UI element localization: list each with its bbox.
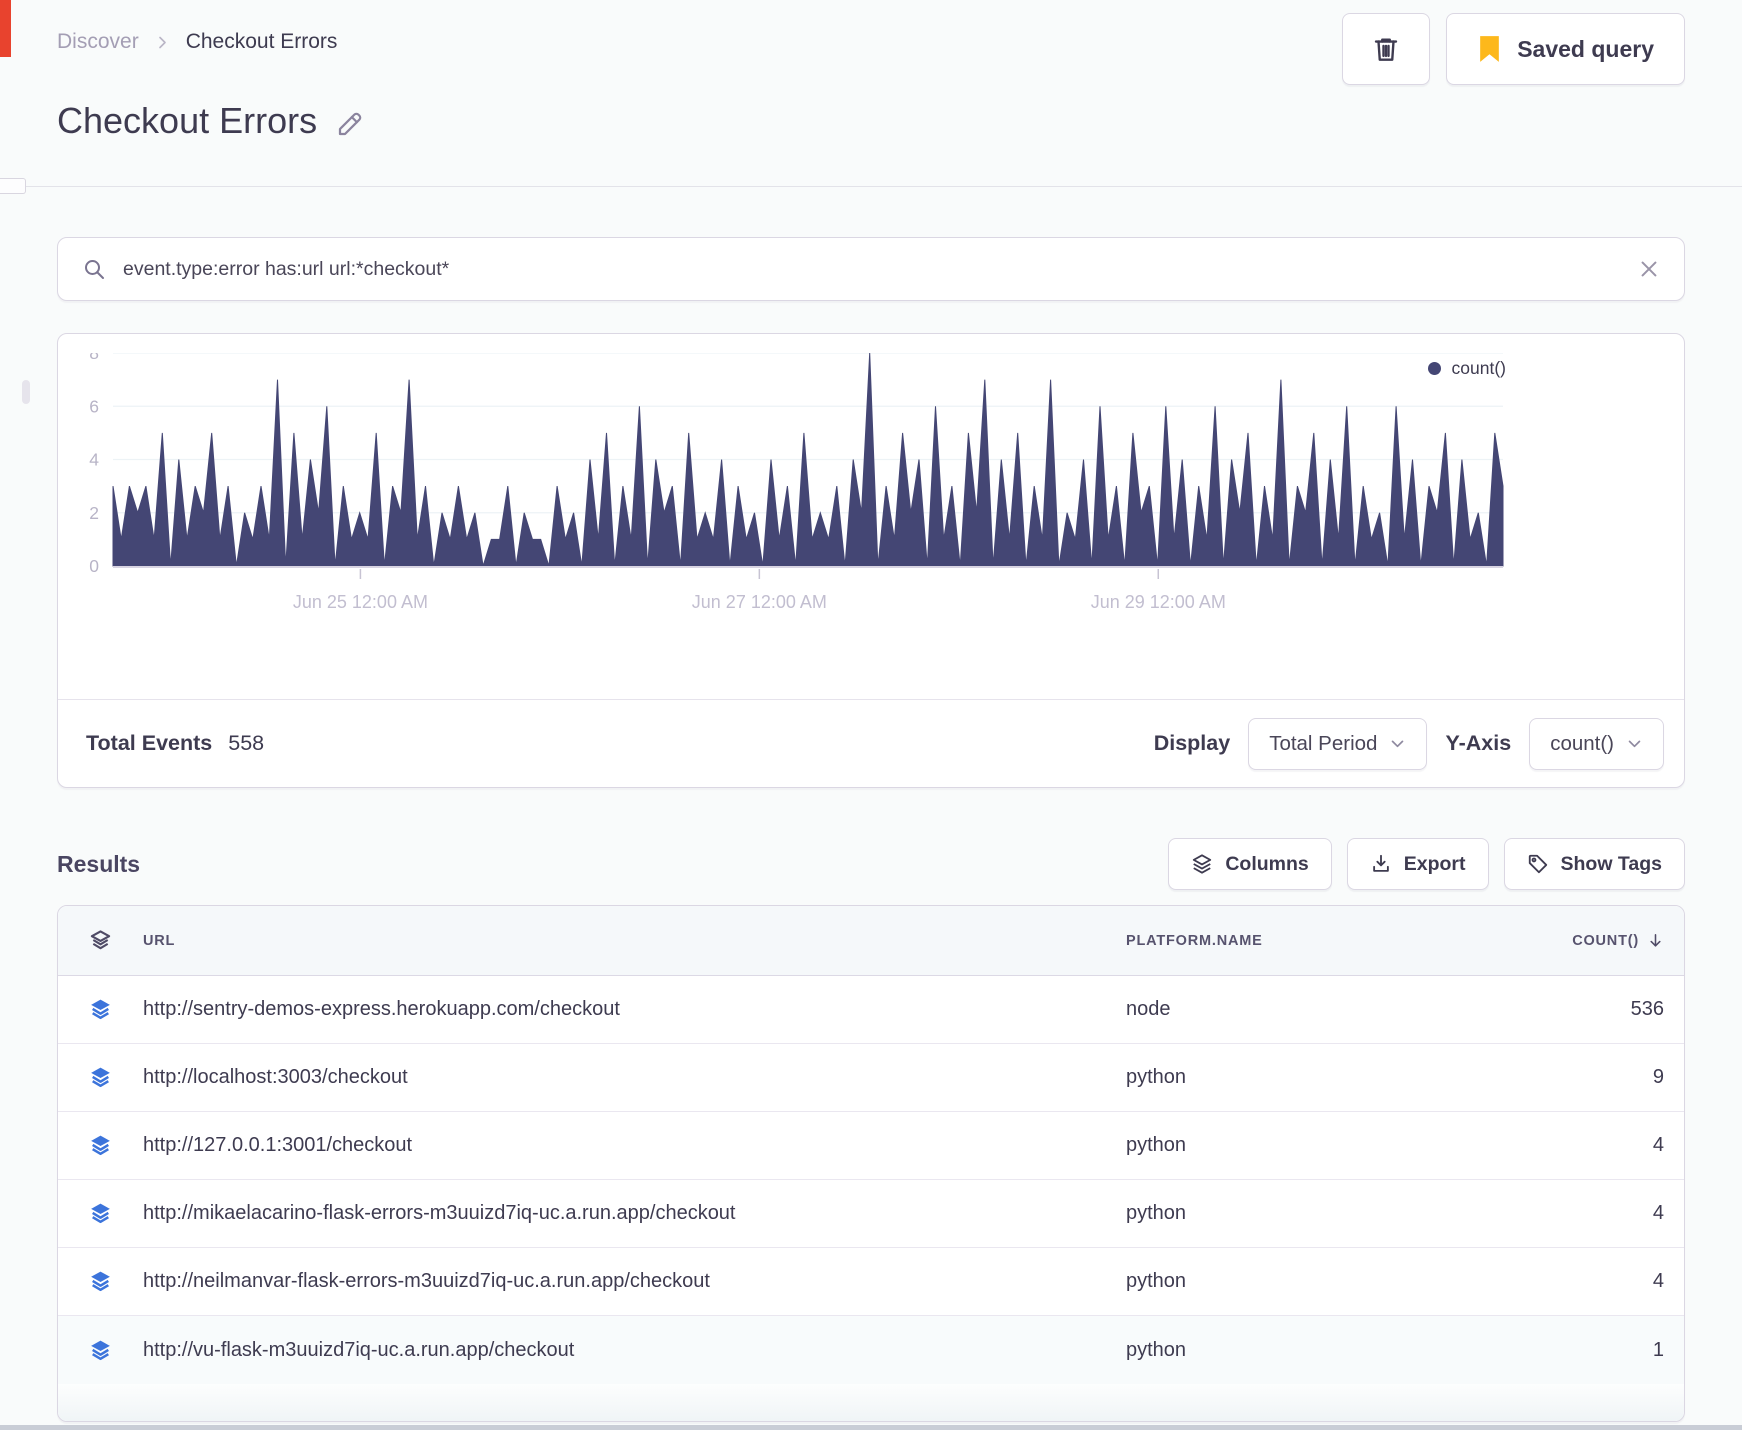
chart-controls: Display Total Period Y-Axis count() — [1153, 717, 1664, 770]
bookmark-icon — [1477, 35, 1502, 63]
svg-text:Jun 29 12:00 AM: Jun 29 12:00 AM — [1091, 592, 1226, 612]
export-button[interactable]: Export — [1346, 838, 1489, 890]
svg-text:2: 2 — [89, 503, 99, 523]
header-divider — [0, 186, 1742, 187]
drag-handle — [22, 380, 30, 404]
stack-icon[interactable] — [58, 1269, 143, 1294]
cell-count[interactable]: 536 — [1506, 998, 1684, 1021]
red-edge-marker — [0, 0, 11, 57]
sort-desc-arrow-icon — [1647, 932, 1664, 949]
total-events-value: 558 — [228, 731, 265, 755]
cell-url[interactable]: http://127.0.0.1:3001/checkout — [143, 1134, 1126, 1157]
chart-panel: count() 0 2 4 6 8 Jun 25 12:00 AM Jun 27 12:00… — [57, 333, 1685, 788]
cell-platform[interactable]: python — [1126, 1339, 1506, 1362]
cell-url[interactable]: http://sentry-demos-express.herokuapp.co… — [143, 998, 1126, 1021]
saved-query-button[interactable]: Saved query — [1446, 13, 1685, 85]
column-header-count[interactable]: COUNT() — [1506, 932, 1684, 949]
delete-query-button[interactable] — [1342, 13, 1431, 85]
yaxis-label: Y-Axis — [1445, 731, 1512, 755]
yaxis-value: count() — [1550, 731, 1614, 755]
table-row: http://sentry-demos-express.herokuapp.co… — [58, 976, 1684, 1044]
saved-query-label: Saved query — [1517, 35, 1654, 62]
cell-count[interactable]: 4 — [1506, 1270, 1684, 1293]
results-table: URL PLATFORM.NAME COUNT() http://sentry-… — [57, 905, 1685, 1422]
svg-text:4: 4 — [89, 450, 99, 470]
trash-icon — [1371, 34, 1401, 64]
column-header-platform[interactable]: PLATFORM.NAME — [1126, 933, 1506, 949]
breadcrumb-discover-link[interactable]: Discover — [57, 30, 139, 54]
cell-url[interactable]: http://localhost:3003/checkout — [143, 1066, 1126, 1089]
search-bar — [57, 237, 1685, 301]
layers-icon — [1191, 853, 1213, 875]
chevron-down-icon — [1626, 735, 1643, 752]
export-label: Export — [1403, 852, 1466, 875]
table-row: http://neilmanvar-flask-errors-m3uuizd7i… — [58, 1248, 1684, 1316]
results-heading: Results — [57, 850, 141, 877]
show-tags-label: Show Tags — [1560, 852, 1662, 875]
search-input[interactable] — [123, 257, 1621, 281]
stack-icon — [58, 929, 143, 952]
cell-platform[interactable]: python — [1126, 1202, 1506, 1225]
table-body: http://sentry-demos-express.herokuapp.co… — [58, 976, 1684, 1384]
page-bottom-edge — [0, 1425, 1742, 1430]
chart-footer: Total Events 558 Display Total Period Y-… — [58, 699, 1684, 787]
cell-count[interactable]: 9 — [1506, 1066, 1684, 1089]
columns-label: Columns — [1225, 852, 1309, 875]
edit-title-pencil-icon[interactable] — [335, 109, 365, 139]
table-row: http://mikaelacarino-flask-errors-m3uuiz… — [58, 1180, 1684, 1248]
table-row: http://127.0.0.1:3001/checkout python 4 — [58, 1112, 1684, 1180]
stack-icon[interactable] — [58, 1338, 143, 1363]
clear-search-icon[interactable] — [1638, 258, 1660, 280]
cell-count[interactable]: 4 — [1506, 1134, 1684, 1157]
svg-text:Jun 25 12:00 AM: Jun 25 12:00 AM — [293, 592, 428, 612]
table-buttons: Columns Export Show Tags — [1168, 838, 1685, 890]
cell-count[interactable]: 1 — [1506, 1339, 1684, 1362]
stack-icon[interactable] — [58, 1201, 143, 1226]
cell-platform[interactable]: python — [1126, 1066, 1506, 1089]
cell-url[interactable]: http://neilmanvar-flask-errors-m3uuizd7i… — [143, 1270, 1126, 1293]
table-row: http://localhost:3003/checkout python 9 — [58, 1044, 1684, 1112]
breadcrumb-current: Checkout Errors — [185, 30, 338, 53]
table-header-row: URL PLATFORM.NAME COUNT() — [58, 906, 1684, 976]
stack-icon[interactable] — [58, 1065, 143, 1090]
display-dropdown[interactable]: Total Period — [1248, 717, 1428, 770]
total-events-label: Total Events — [86, 731, 213, 755]
results-header: Results Columns Export Show Tags — [57, 838, 1685, 890]
cell-platform[interactable]: python — [1126, 1270, 1506, 1293]
table-bottom-gradient — [58, 1384, 1684, 1421]
total-events: Total Events 558 — [86, 731, 264, 756]
column-header-url[interactable]: URL — [143, 933, 1126, 949]
table-row: http://vu-flask-m3uuizd7iq-uc.a.run.app/… — [58, 1316, 1684, 1384]
svg-text:6: 6 — [89, 396, 99, 416]
cell-platform[interactable]: python — [1126, 1134, 1506, 1157]
chevron-down-icon — [1389, 735, 1406, 752]
svg-text:0: 0 — [89, 556, 99, 576]
search-icon — [82, 257, 106, 281]
header-actions: Saved query — [1342, 13, 1685, 85]
stack-icon[interactable] — [58, 1133, 143, 1158]
show-tags-button[interactable]: Show Tags — [1503, 838, 1685, 890]
page-title: Checkout Errors — [57, 100, 318, 141]
cell-platform[interactable]: node — [1126, 998, 1506, 1021]
display-label: Display — [1153, 731, 1231, 755]
columns-button[interactable]: Columns — [1168, 838, 1332, 890]
events-area-chart: 0 2 4 6 8 Jun 25 12:00 AM Jun 27 12:00 AM Jun 2… — [89, 353, 1504, 612]
title-row: Checkout Errors — [57, 100, 365, 142]
svg-text:8: 8 — [89, 353, 99, 363]
display-value: Total Period — [1269, 731, 1378, 755]
cell-url[interactable]: http://mikaelacarino-flask-errors-m3uuiz… — [143, 1202, 1126, 1225]
sidebar-collapse-handle[interactable] — [0, 178, 26, 194]
tag-icon — [1527, 853, 1549, 875]
download-icon — [1370, 853, 1392, 875]
svg-text:Jun 27 12:00 AM: Jun 27 12:00 AM — [692, 592, 827, 612]
cell-url[interactable]: http://vu-flask-m3uuizd7iq-uc.a.run.app/… — [143, 1339, 1126, 1362]
yaxis-dropdown[interactable]: count() — [1529, 717, 1664, 770]
breadcrumb: Discover Checkout Errors — [57, 30, 337, 54]
stack-icon[interactable] — [58, 997, 143, 1022]
chevron-right-icon — [155, 35, 170, 50]
cell-count[interactable]: 4 — [1506, 1202, 1684, 1225]
